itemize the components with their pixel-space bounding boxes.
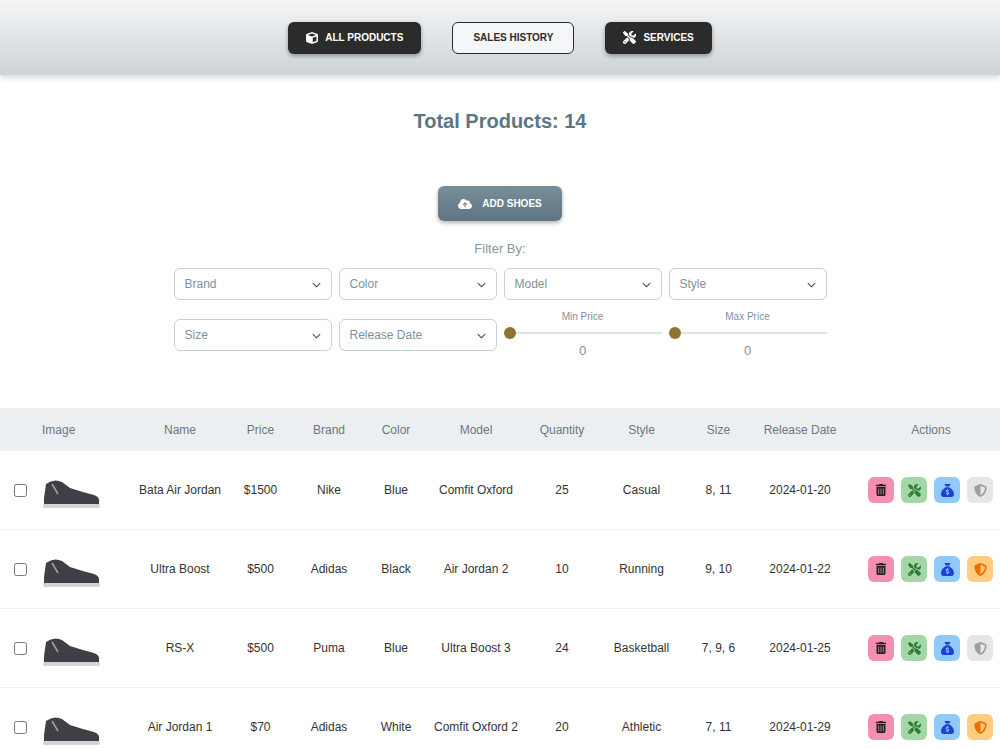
- trash-icon: [875, 563, 887, 575]
- filters: BrandColorModelStyleSizeRelease DateMin …: [174, 268, 827, 351]
- warranty-button[interactable]: [967, 635, 993, 661]
- shield-icon: [974, 484, 987, 497]
- column-header: Style: [604, 421, 679, 439]
- chevron-down-icon: [477, 280, 486, 289]
- service-button[interactable]: [901, 714, 927, 740]
- delete-button[interactable]: [868, 714, 894, 740]
- filter-select[interactable]: Style: [669, 268, 827, 300]
- money-bag-icon: [941, 721, 954, 734]
- filter-select[interactable]: Size: [174, 319, 332, 351]
- shoe-image: [40, 705, 102, 749]
- add-shoes-button[interactable]: ADD SHOES: [438, 186, 561, 221]
- chevron-down-icon: [642, 280, 651, 289]
- column-header: Size: [679, 421, 758, 439]
- filter-select[interactable]: Model: [504, 268, 662, 300]
- price-slider[interactable]: Min Price0: [504, 311, 662, 359]
- delete-button[interactable]: [868, 477, 894, 503]
- chevron-down-icon: [312, 280, 321, 289]
- product-table: ImageNamePriceBrandColorModelQuantitySty…: [0, 408, 1000, 749]
- filter-select[interactable]: Brand: [174, 268, 332, 300]
- service-button[interactable]: [901, 477, 927, 503]
- chevron-down-icon: [807, 280, 816, 289]
- delete-button[interactable]: [868, 556, 894, 582]
- service-button[interactable]: [901, 556, 927, 582]
- column-header: Price: [223, 421, 298, 439]
- shoe-image: [40, 626, 102, 670]
- column-header: Color: [360, 421, 432, 439]
- tools-icon: [908, 484, 921, 497]
- slider-track[interactable]: [504, 327, 662, 339]
- warranty-button[interactable]: [967, 714, 993, 740]
- shield-icon: [974, 563, 987, 576]
- tools-icon: [908, 642, 921, 655]
- cube-icon: [306, 32, 318, 44]
- top-nav: ALL PRODUCTS SALES HISTORY SERVICES: [0, 0, 1000, 75]
- filter-select[interactable]: Color: [339, 268, 497, 300]
- table-row[interactable]: RS-X$500PumaBlueUltra Boost 324Basketbal…: [0, 609, 1000, 688]
- row-checkbox[interactable]: [14, 563, 27, 576]
- slider-thumb[interactable]: [669, 327, 681, 339]
- total-title: Total Products: 14: [414, 107, 587, 135]
- delete-button[interactable]: [868, 635, 894, 661]
- cloud-upload-icon: [458, 197, 472, 211]
- warranty-button[interactable]: [967, 556, 993, 582]
- tools-icon: [908, 563, 921, 576]
- nav-button[interactable]: SALES HISTORY: [452, 22, 574, 54]
- row-checkbox[interactable]: [14, 642, 27, 655]
- slider-thumb[interactable]: [504, 327, 516, 339]
- main: Total Products: 14 ADD SHOES Filter By: Bra…: [0, 75, 1000, 749]
- column-header: Model: [432, 421, 520, 439]
- trash-icon: [875, 484, 887, 496]
- sell-button[interactable]: [934, 477, 960, 503]
- table-row[interactable]: Air Jordan 1$70AdidasWhiteComfit Oxford …: [0, 688, 1000, 749]
- filter-label: Filter By:: [474, 240, 525, 258]
- slider-track[interactable]: [669, 327, 827, 339]
- column-header: Actions: [842, 421, 1000, 439]
- row-checkbox[interactable]: [14, 484, 27, 497]
- sell-button[interactable]: [934, 556, 960, 582]
- tools-icon: [623, 31, 636, 44]
- column-header: Brand: [298, 421, 360, 439]
- tools-icon: [908, 721, 921, 734]
- nav-button[interactable]: SERVICES: [605, 22, 711, 54]
- sell-button[interactable]: [934, 635, 960, 661]
- money-bag-icon: [941, 642, 954, 655]
- money-bag-icon: [941, 484, 954, 497]
- shoe-image: [40, 468, 102, 512]
- chevron-down-icon: [312, 331, 321, 340]
- shield-icon: [974, 721, 987, 734]
- filter-select[interactable]: Release Date: [339, 319, 497, 351]
- table-row[interactable]: Bata Air Jordan$1500NikeBlueComfit Oxfor…: [0, 451, 1000, 530]
- warranty-button[interactable]: [967, 477, 993, 503]
- column-header: Name: [137, 421, 223, 439]
- chevron-down-icon: [477, 331, 486, 340]
- trash-icon: [875, 642, 887, 654]
- column-header: Quantity: [520, 421, 604, 439]
- app: ALL PRODUCTS SALES HISTORY SERVICES Total P…: [0, 0, 1000, 749]
- shoe-image: [40, 547, 102, 591]
- shield-icon: [974, 642, 987, 655]
- sell-button[interactable]: [934, 714, 960, 740]
- row-checkbox[interactable]: [14, 721, 27, 734]
- price-slider[interactable]: Max Price0: [669, 311, 827, 359]
- nav-button[interactable]: ALL PRODUCTS: [288, 22, 421, 54]
- money-bag-icon: [941, 563, 954, 576]
- table-header: ImageNamePriceBrandColorModelQuantitySty…: [0, 408, 1000, 451]
- service-button[interactable]: [901, 635, 927, 661]
- column-header: Release Date: [758, 421, 842, 439]
- table-row[interactable]: Ultra Boost$500AdidasBlackAir Jordan 210…: [0, 530, 1000, 609]
- trash-icon: [875, 721, 887, 733]
- column-header: Image: [40, 421, 137, 439]
